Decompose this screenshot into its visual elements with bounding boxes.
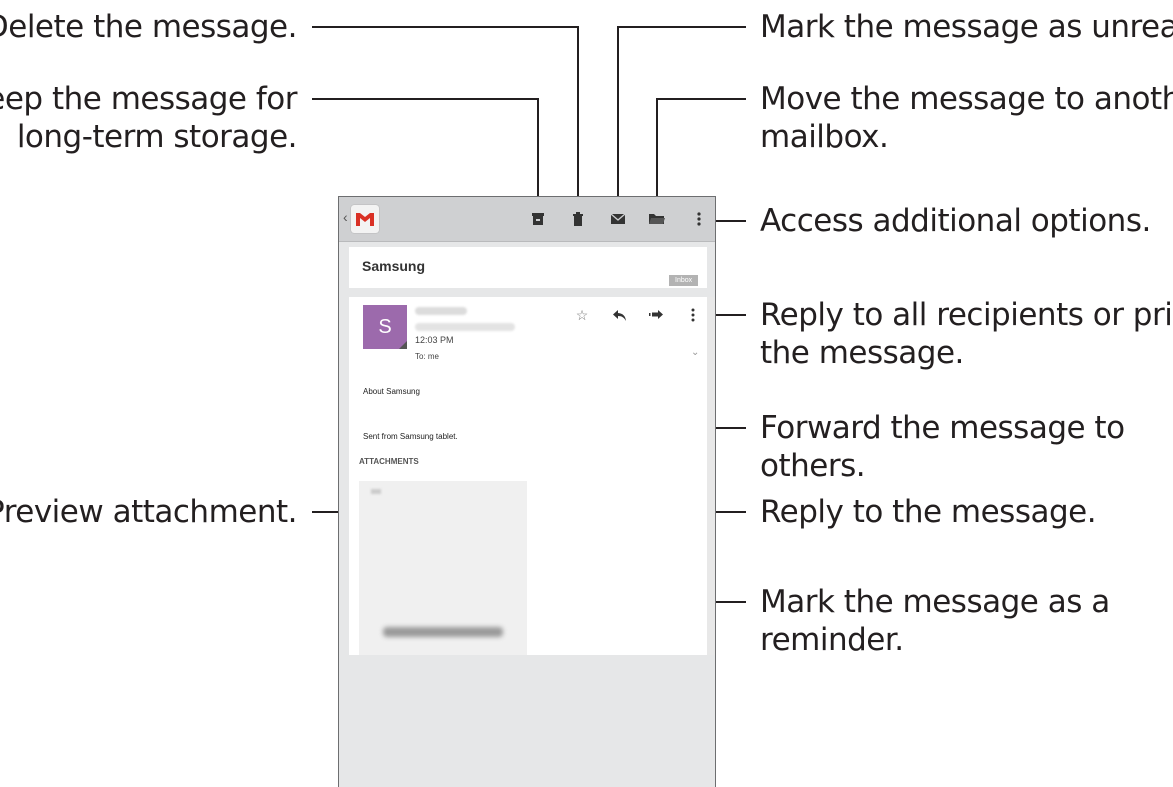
archive-icon[interactable] xyxy=(528,209,548,229)
callout-forward-line2: others. xyxy=(760,448,866,484)
delete-icon[interactable] xyxy=(568,209,588,229)
message-body-line1: About Samsung xyxy=(363,387,420,396)
message-recipient[interactable]: To: me xyxy=(415,352,439,361)
gmail-logo-icon[interactable] xyxy=(351,205,379,233)
overflow-menu-icon[interactable] xyxy=(689,209,709,229)
subject-card: Samsung xyxy=(349,247,707,288)
attachment-filename-blurred xyxy=(383,627,503,637)
action-bar: ‹ xyxy=(339,197,715,242)
message-overflow-icon[interactable] xyxy=(685,307,701,323)
avatar[interactable]: S xyxy=(363,305,407,349)
sender-email-redacted xyxy=(415,323,515,331)
callout-replyall-line1: Reply to all recipients or print xyxy=(760,297,1173,333)
email-subject: Samsung xyxy=(362,258,426,274)
callout-unread: Mark the message as unread. xyxy=(760,9,1173,45)
callout-replyall-line2: the message. xyxy=(760,335,964,371)
sender-name-redacted xyxy=(415,307,467,315)
callout-delete: Delete the message. xyxy=(0,9,298,45)
callout-keep-line2: long-term storage. xyxy=(16,119,298,155)
message-time: 12:03 PM xyxy=(415,335,454,345)
attachments-heading: ATTACHMENTS xyxy=(359,457,419,466)
callout-reminder-line1: Mark the message as a xyxy=(760,584,1110,620)
attachment-content-blurred xyxy=(371,489,381,494)
move-folder-icon[interactable] xyxy=(647,209,667,229)
device-screen: ‹ Samsung Inbox S 12:03 PM To: me ☆ ⌄ Ab… xyxy=(338,196,716,787)
inbox-label-badge[interactable]: Inbox xyxy=(669,275,699,286)
back-chevron-icon[interactable]: ‹ xyxy=(343,209,348,225)
callout-move-line2: mailbox. xyxy=(760,119,889,155)
callout-keep-line1: Keep the message for xyxy=(0,81,298,117)
callout-options: Access additional options. xyxy=(760,203,1151,239)
callout-reminder-line2: reminder. xyxy=(760,622,904,658)
scrollbar[interactable] xyxy=(707,297,715,655)
message-card: S 12:03 PM To: me ☆ ⌄ About Samsung Sent… xyxy=(349,297,715,655)
star-icon[interactable]: ☆ xyxy=(574,307,590,323)
reply-icon[interactable] xyxy=(612,307,628,323)
expand-details-icon[interactable]: ⌄ xyxy=(691,347,699,358)
forward-icon[interactable] xyxy=(648,307,664,323)
callout-preview: Preview attachment. xyxy=(0,494,297,530)
callout-move-line1: Move the message to another xyxy=(760,81,1173,117)
callout-reply: Reply to the message. xyxy=(760,494,1097,530)
attachment-preview[interactable] xyxy=(359,481,527,655)
message-body-line2: Sent from Samsung tablet. xyxy=(363,432,458,441)
mark-unread-icon[interactable] xyxy=(608,209,628,229)
avatar-letter: S xyxy=(378,315,392,338)
callout-forward-line1: Forward the message to xyxy=(760,410,1125,446)
